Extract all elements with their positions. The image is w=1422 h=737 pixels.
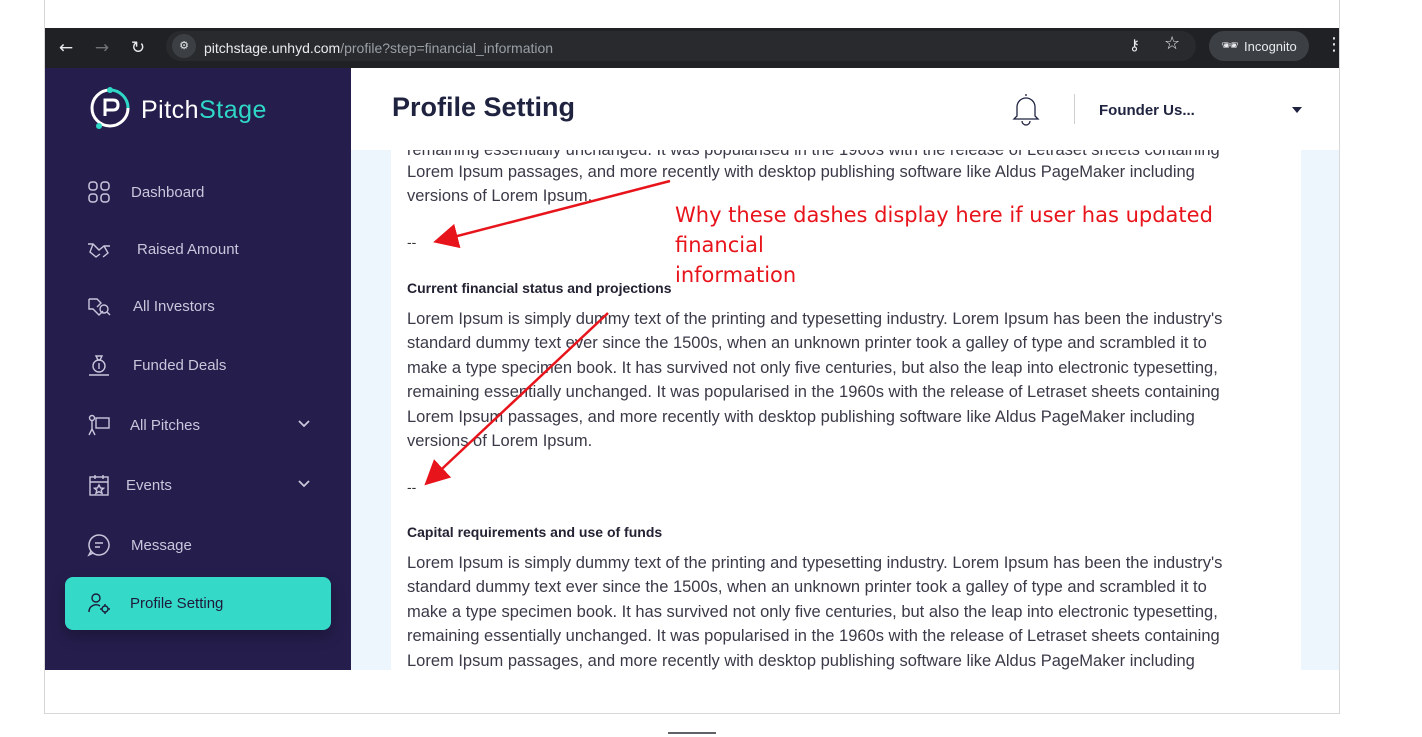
empty-value-dashes: --: [407, 234, 417, 250]
para-line: Lorem Ipsum is simply dummy text of the …: [407, 554, 1223, 572]
reload-icon[interactable]: ↻: [125, 35, 151, 61]
header-divider: [1074, 94, 1075, 124]
browser-top-space: [45, 0, 1339, 28]
menu-kebab-icon[interactable]: ⋮: [1325, 34, 1339, 55]
user-settings-icon: [88, 593, 110, 614]
para-line: Lorem Ipsum is simply dummy text of the …: [407, 310, 1223, 328]
sidebar-item-label: Profile Setting: [130, 595, 224, 612]
page-header: Profile Setting Founder Us...: [351, 68, 1339, 150]
incognito-icon: 🕶: [1221, 38, 1239, 54]
incognito-label: Incognito: [1244, 39, 1297, 54]
bell-icon[interactable]: [1011, 92, 1041, 126]
para-line: standard dummy text ever since the 1500s…: [407, 578, 1207, 596]
partial-line: Lorem Ipsum passages, and more recently …: [407, 163, 1195, 181]
chevron-down-icon[interactable]: [297, 477, 311, 491]
para-line: make a type specimen book. It has surviv…: [407, 603, 1218, 621]
para-line: make a type specimen book. It has surviv…: [407, 359, 1218, 377]
sidebar-item-message[interactable]: Message: [65, 523, 331, 567]
caret-down-icon[interactable]: [1291, 106, 1303, 114]
para-line: Lorem Ipsum passages, and more recently …: [407, 408, 1195, 426]
section-heading: Capital requirements and use of funds: [407, 524, 663, 540]
password-key-icon[interactable]: ⚷: [1129, 36, 1140, 54]
sidebar-item-label: Events: [126, 477, 172, 494]
annotation-text: Why these dashes display here if user ha…: [675, 200, 1295, 290]
sidebar-item-label: All Investors: [133, 298, 215, 315]
sidebar-item-raised-amount[interactable]: Raised Amount: [65, 227, 331, 271]
investor-hand-icon: [88, 298, 111, 316]
para-line: remaining essentially unchanged. It was …: [407, 383, 1220, 401]
bookmark-star-icon[interactable]: ☆: [1164, 33, 1180, 54]
sidebar-item-all-pitches[interactable]: All Pitches: [65, 403, 331, 447]
dashboard-grid-icon: [88, 181, 110, 203]
sidebar-item-events[interactable]: Events: [65, 463, 331, 507]
money-bag-icon: [89, 355, 109, 376]
browser-window: ← → ↻ ⚙ pitchstage.unhyd.com/profile?ste…: [44, 0, 1340, 714]
bottom-handle: [668, 732, 716, 734]
sidebar: PitchStage Dashboard Raised Amount All I…: [45, 68, 351, 670]
incognito-chip[interactable]: 🕶 Incognito: [1209, 31, 1309, 61]
page-title: Profile Setting: [392, 92, 576, 122]
logo-mark-icon: [90, 87, 130, 129]
url-path: /profile?step=financial_information: [340, 40, 554, 56]
para-line: remaining essentially unchanged. It was …: [407, 627, 1220, 645]
chat-icon: [87, 534, 110, 557]
para-line: standard dummy text ever since the 1500s…: [407, 334, 1207, 352]
para-line: Lorem Ipsum passages, and more recently …: [407, 652, 1195, 670]
sidebar-item-funded-deals[interactable]: Funded Deals: [65, 343, 331, 387]
calendar-star-icon: [89, 475, 109, 496]
sidebar-item-profile-setting[interactable]: Profile Setting: [65, 577, 331, 630]
forward-icon[interactable]: →: [89, 35, 115, 61]
annotation-line: information: [675, 263, 797, 287]
para-line: versions of Lorem Ipsum.: [407, 432, 593, 450]
sidebar-item-dashboard[interactable]: Dashboard: [65, 170, 331, 214]
back-icon[interactable]: ←: [53, 35, 79, 61]
url-text[interactable]: pitchstage.unhyd.com/profile?step=financ…: [204, 40, 553, 56]
main-content: remaining essentially unchanged. It was …: [351, 68, 1339, 670]
annotation-line: Why these dashes display here if user ha…: [675, 203, 1213, 257]
site-settings-icon[interactable]: ⚙: [172, 34, 196, 58]
sidebar-item-label: Funded Deals: [133, 357, 227, 374]
sidebar-item-label: Dashboard: [131, 184, 205, 201]
sidebar-item-label: Raised Amount: [137, 241, 239, 258]
sidebar-item-label: All Pitches: [130, 417, 201, 434]
handshake-icon: [88, 243, 110, 258]
logo-text: PitchStage: [141, 96, 267, 124]
user-menu-name[interactable]: Founder Us...: [1099, 102, 1195, 119]
section-heading: Current financial status and projections: [407, 280, 672, 296]
presentation-icon: [88, 414, 110, 436]
url-host: pitchstage.unhyd.com: [204, 40, 341, 56]
chevron-down-icon[interactable]: [297, 417, 311, 431]
empty-value-dashes: --: [407, 479, 417, 495]
browser-toolbar: ← → ↻ ⚙ pitchstage.unhyd.com/profile?ste…: [45, 28, 1339, 68]
sidebar-item-label: Message: [131, 537, 192, 554]
sidebar-item-all-investors[interactable]: All Investors: [65, 284, 331, 328]
